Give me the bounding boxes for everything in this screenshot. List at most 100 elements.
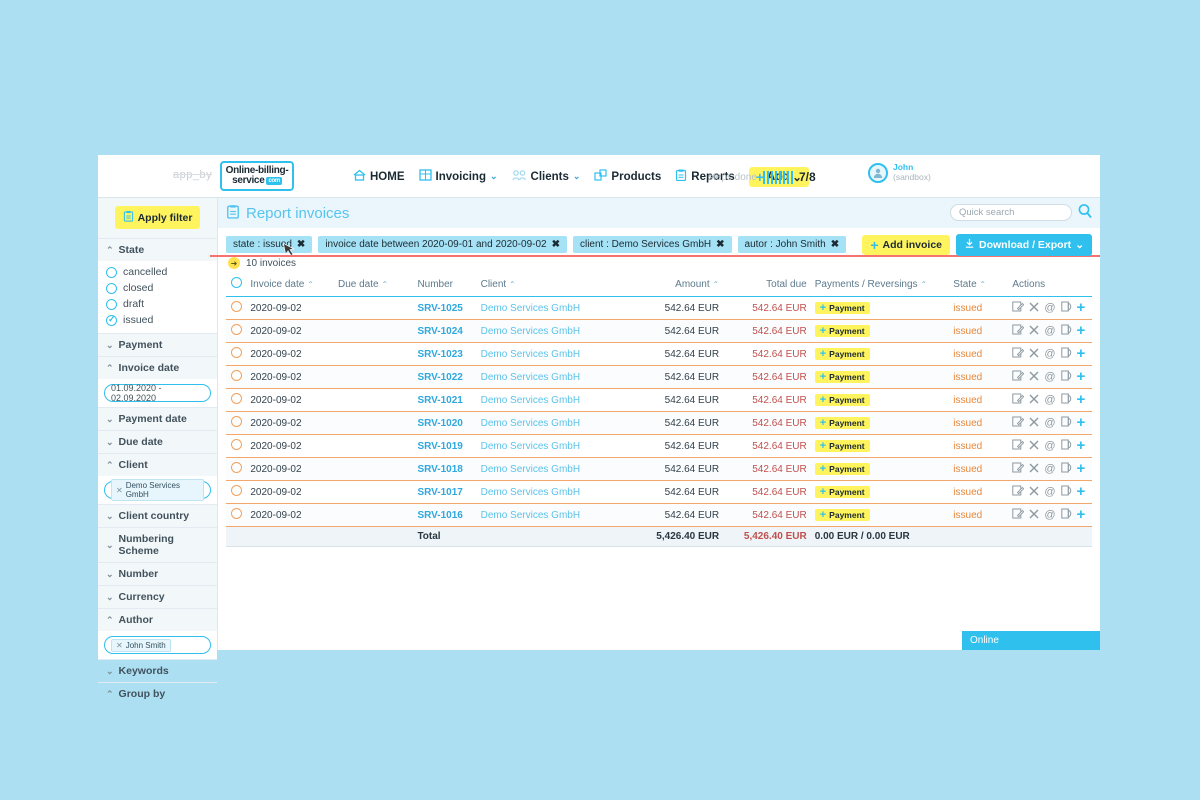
- row-select-cell[interactable]: [226, 388, 247, 412]
- remove-tag-icon[interactable]: ✕: [116, 641, 123, 650]
- close-icon[interactable]: [1029, 509, 1039, 522]
- client-link[interactable]: Demo Services GmbH: [481, 487, 580, 498]
- close-icon[interactable]: [1029, 302, 1039, 315]
- close-icon[interactable]: [1029, 348, 1039, 361]
- client-link[interactable]: Demo Services GmbH: [481, 349, 580, 360]
- plus-icon[interactable]: +: [1077, 438, 1086, 453]
- column-header-amount[interactable]: Amount ⌃: [629, 273, 724, 297]
- copy-icon[interactable]: [1060, 393, 1072, 407]
- plus-icon[interactable]: +: [1077, 461, 1086, 476]
- copy-icon[interactable]: [1060, 416, 1072, 430]
- copy-icon[interactable]: [1060, 347, 1072, 361]
- sidebar-section-currency[interactable]: ⌄ Currency: [98, 585, 217, 608]
- row-select-icon[interactable]: [230, 462, 242, 473]
- invoice-number-link[interactable]: SRV-1020: [417, 418, 462, 429]
- add-payment-badge[interactable]: + Payment: [814, 325, 870, 337]
- sidebar-section-state[interactable]: ⌃ State: [98, 238, 217, 261]
- close-icon[interactable]: [1029, 394, 1039, 407]
- close-icon[interactable]: [1029, 417, 1039, 430]
- filter-chip-invoice-date[interactable]: invoice date between 2020-09-01 and 2020…: [318, 236, 567, 253]
- row-select-cell[interactable]: [226, 411, 247, 435]
- client-filter-input[interactable]: ✕ Demo Services GmbH: [104, 479, 211, 501]
- plus-icon[interactable]: +: [1077, 392, 1086, 407]
- close-icon[interactable]: ✖: [552, 239, 560, 250]
- invoice-number-link[interactable]: SRV-1025: [417, 303, 462, 314]
- nav-item-products[interactable]: Products: [594, 169, 661, 184]
- email-icon[interactable]: @: [1044, 440, 1055, 452]
- add-payment-badge[interactable]: + Payment: [814, 417, 870, 429]
- table-row[interactable]: 2020-09-02 SRV-1016 Demo Services GmbH 542.…: [226, 503, 1092, 527]
- close-icon[interactable]: ✖: [716, 239, 724, 250]
- column-header-total-due[interactable]: Total due: [723, 273, 811, 297]
- add-payment-badge[interactable]: + Payment: [814, 440, 870, 452]
- row-select-icon[interactable]: [230, 324, 242, 335]
- row-select-icon[interactable]: [230, 439, 242, 450]
- column-header-number[interactable]: Number: [413, 273, 477, 297]
- invoice-date-range-input[interactable]: 01.09.2020 - 02.09.2020: [104, 383, 211, 403]
- table-row[interactable]: 2020-09-02 SRV-1021 Demo Services GmbH 542.…: [226, 388, 1092, 412]
- select-all-header[interactable]: [226, 273, 247, 297]
- row-select-cell[interactable]: [226, 457, 247, 481]
- edit-icon[interactable]: [1012, 485, 1025, 499]
- site-logo[interactable]: Online-billing- service com: [220, 161, 294, 191]
- email-icon[interactable]: @: [1044, 463, 1055, 475]
- row-select-icon[interactable]: [230, 301, 242, 312]
- edit-icon[interactable]: [1012, 416, 1025, 430]
- sort-asc-icon[interactable]: ⌃: [920, 280, 927, 289]
- sort-asc-icon[interactable]: ⌃: [381, 280, 388, 289]
- email-icon[interactable]: @: [1044, 417, 1055, 429]
- sort-asc-icon[interactable]: ⌃: [509, 280, 516, 289]
- table-row[interactable]: 2020-09-02 SRV-1023 Demo Services GmbH 542.…: [226, 342, 1092, 366]
- sidebar-section-keywords[interactable]: ⌄ Keywords: [98, 659, 217, 682]
- apply-filter-button[interactable]: Apply filter: [114, 206, 201, 229]
- email-icon[interactable]: @: [1044, 325, 1055, 337]
- sidebar-section-author[interactable]: ⌃ Author: [98, 608, 217, 631]
- row-select-icon[interactable]: [230, 416, 242, 427]
- sidebar-section-client[interactable]: ⌃ Client: [98, 453, 217, 476]
- add-payment-badge[interactable]: + Payment: [814, 486, 870, 498]
- state-option-issued[interactable]: issued: [98, 312, 217, 328]
- plus-icon[interactable]: +: [1077, 369, 1086, 384]
- table-row[interactable]: 2020-09-02 SRV-1017 Demo Services GmbH 542.…: [226, 480, 1092, 504]
- search-input[interactable]: Quick search: [950, 204, 1072, 221]
- sidebar-section-due-date[interactable]: ⌄ Due date: [98, 430, 217, 453]
- column-header-invoice-date[interactable]: Invoice date ⌃: [246, 273, 334, 297]
- client-link[interactable]: Demo Services GmbH: [481, 510, 580, 521]
- row-select-icon[interactable]: [230, 370, 242, 381]
- author-filter-tag[interactable]: ✕ John Smith: [111, 638, 171, 652]
- plus-icon[interactable]: +: [1077, 300, 1086, 315]
- invoice-number-link[interactable]: SRV-1023: [417, 349, 462, 360]
- table-row[interactable]: 2020-09-02 SRV-1022 Demo Services GmbH 542.…: [226, 365, 1092, 389]
- row-select-cell[interactable]: [226, 342, 247, 366]
- remove-tag-icon[interactable]: ✕: [116, 486, 123, 495]
- email-icon[interactable]: @: [1044, 302, 1055, 314]
- client-link[interactable]: Demo Services GmbH: [481, 441, 580, 452]
- online-status-badge[interactable]: Online: [962, 631, 1100, 650]
- invoice-number-link[interactable]: SRV-1016: [417, 510, 462, 521]
- plus-icon[interactable]: +: [1077, 507, 1086, 522]
- edit-icon[interactable]: [1012, 439, 1025, 453]
- close-icon[interactable]: [1029, 463, 1039, 476]
- copy-icon[interactable]: [1060, 485, 1072, 499]
- sort-asc-icon[interactable]: ⌃: [307, 280, 314, 289]
- nav-item-invoicing[interactable]: Invoicing ⌄: [418, 169, 498, 184]
- close-icon[interactable]: ✖: [297, 239, 305, 250]
- copy-icon[interactable]: [1060, 324, 1072, 338]
- edit-icon[interactable]: [1012, 462, 1025, 476]
- edit-icon[interactable]: [1012, 508, 1025, 522]
- filter-chip-client[interactable]: client : Demo Services GmbH ✖: [572, 236, 732, 253]
- table-row[interactable]: 2020-09-02 SRV-1020 Demo Services GmbH 542.…: [226, 411, 1092, 435]
- close-icon[interactable]: [1029, 486, 1039, 499]
- close-icon[interactable]: [1029, 371, 1039, 384]
- sidebar-section-group-by[interactable]: ⌃ Group by: [98, 682, 217, 705]
- invoice-number-link[interactable]: SRV-1017: [417, 487, 462, 498]
- client-filter-tag[interactable]: ✕ Demo Services GmbH: [111, 479, 204, 501]
- select-all-icon[interactable]: [230, 277, 242, 288]
- plus-icon[interactable]: +: [1077, 346, 1086, 361]
- client-link[interactable]: Demo Services GmbH: [481, 326, 580, 337]
- sidebar-section-client-country[interactable]: ⌄ Client country: [98, 504, 217, 527]
- row-select-cell[interactable]: [226, 503, 247, 527]
- row-select-icon[interactable]: [230, 485, 242, 496]
- sidebar-section-payment[interactable]: ⌄ Payment: [98, 333, 217, 356]
- plus-icon[interactable]: +: [1077, 415, 1086, 430]
